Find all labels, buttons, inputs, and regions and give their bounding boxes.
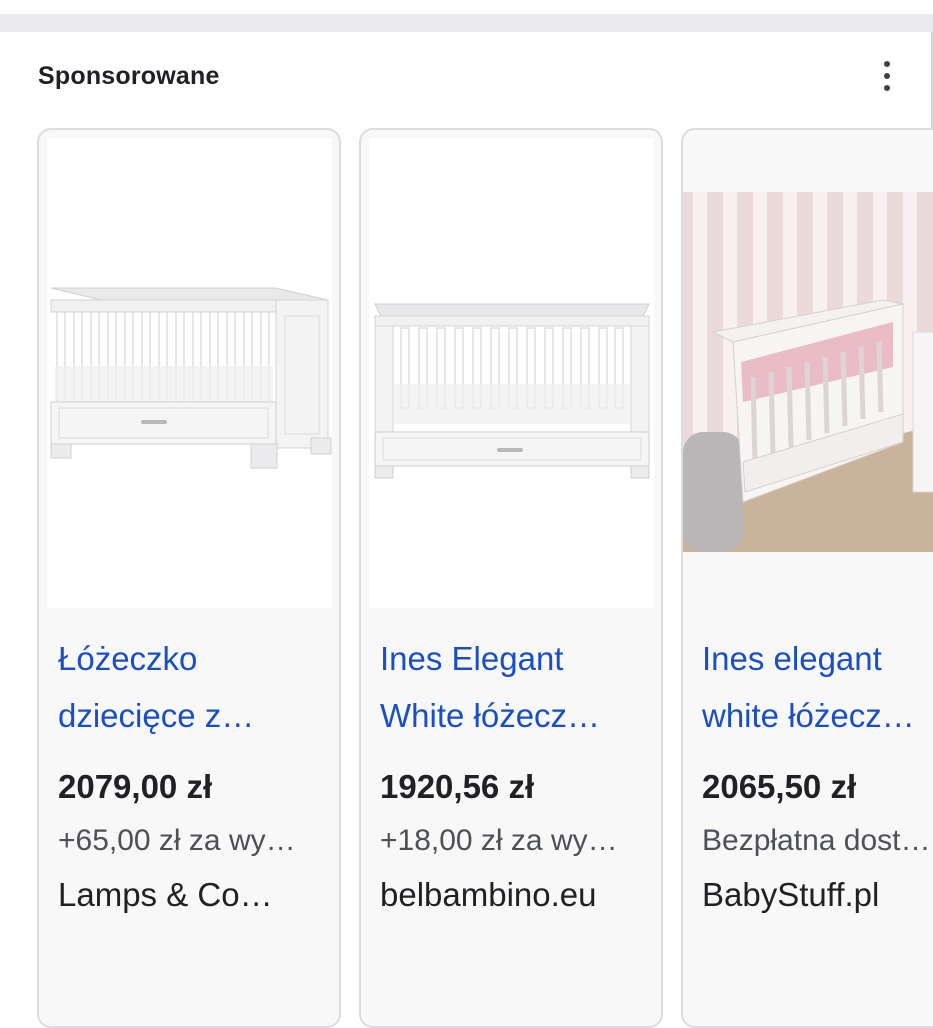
product-image[interactable] <box>47 138 332 608</box>
shipping-info: +18,00 zł za wy… <box>380 824 618 857</box>
product-image[interactable] <box>369 138 654 608</box>
white-crib-icon <box>374 303 650 479</box>
top-divider <box>0 0 933 32</box>
store-name: BabyStuff.pl <box>702 876 880 913</box>
crib-in-nursery-photo <box>683 192 933 552</box>
shipping-info: Bezpłatna dost… <box>702 824 931 857</box>
shipping-info: +65,00 zł za wy… <box>58 824 296 857</box>
product-card[interactable]: Ines elegant white łóżecz… 2065,50 zł Be… <box>681 128 933 1028</box>
product-price: 2079,00 zł <box>58 768 213 805</box>
store-name: Lamps & Co… <box>58 876 273 913</box>
product-image[interactable] <box>683 192 933 552</box>
product-card[interactable]: Łóżeczko dziecięce z… 2079,00 zł +65,00 … <box>37 128 341 1028</box>
product-title[interactable]: Ines elegant white łóżecz… <box>702 630 933 744</box>
more-vert-icon <box>884 61 890 67</box>
more-options-button[interactable] <box>868 56 906 96</box>
white-crib-icon <box>50 287 332 469</box>
product-price: 2065,50 zł <box>702 768 857 805</box>
section-title: Sponsorowane <box>38 62 220 90</box>
product-title[interactable]: Ines Elegant White łóżecz… <box>380 630 650 744</box>
store-name: belbambino.eu <box>380 876 597 913</box>
product-card[interactable]: Ines Elegant White łóżecz… 1920,56 zł +1… <box>359 128 663 1028</box>
product-title[interactable]: Łóżeczko dziecięce z… <box>58 630 328 744</box>
product-price: 1920,56 zł <box>380 768 535 805</box>
